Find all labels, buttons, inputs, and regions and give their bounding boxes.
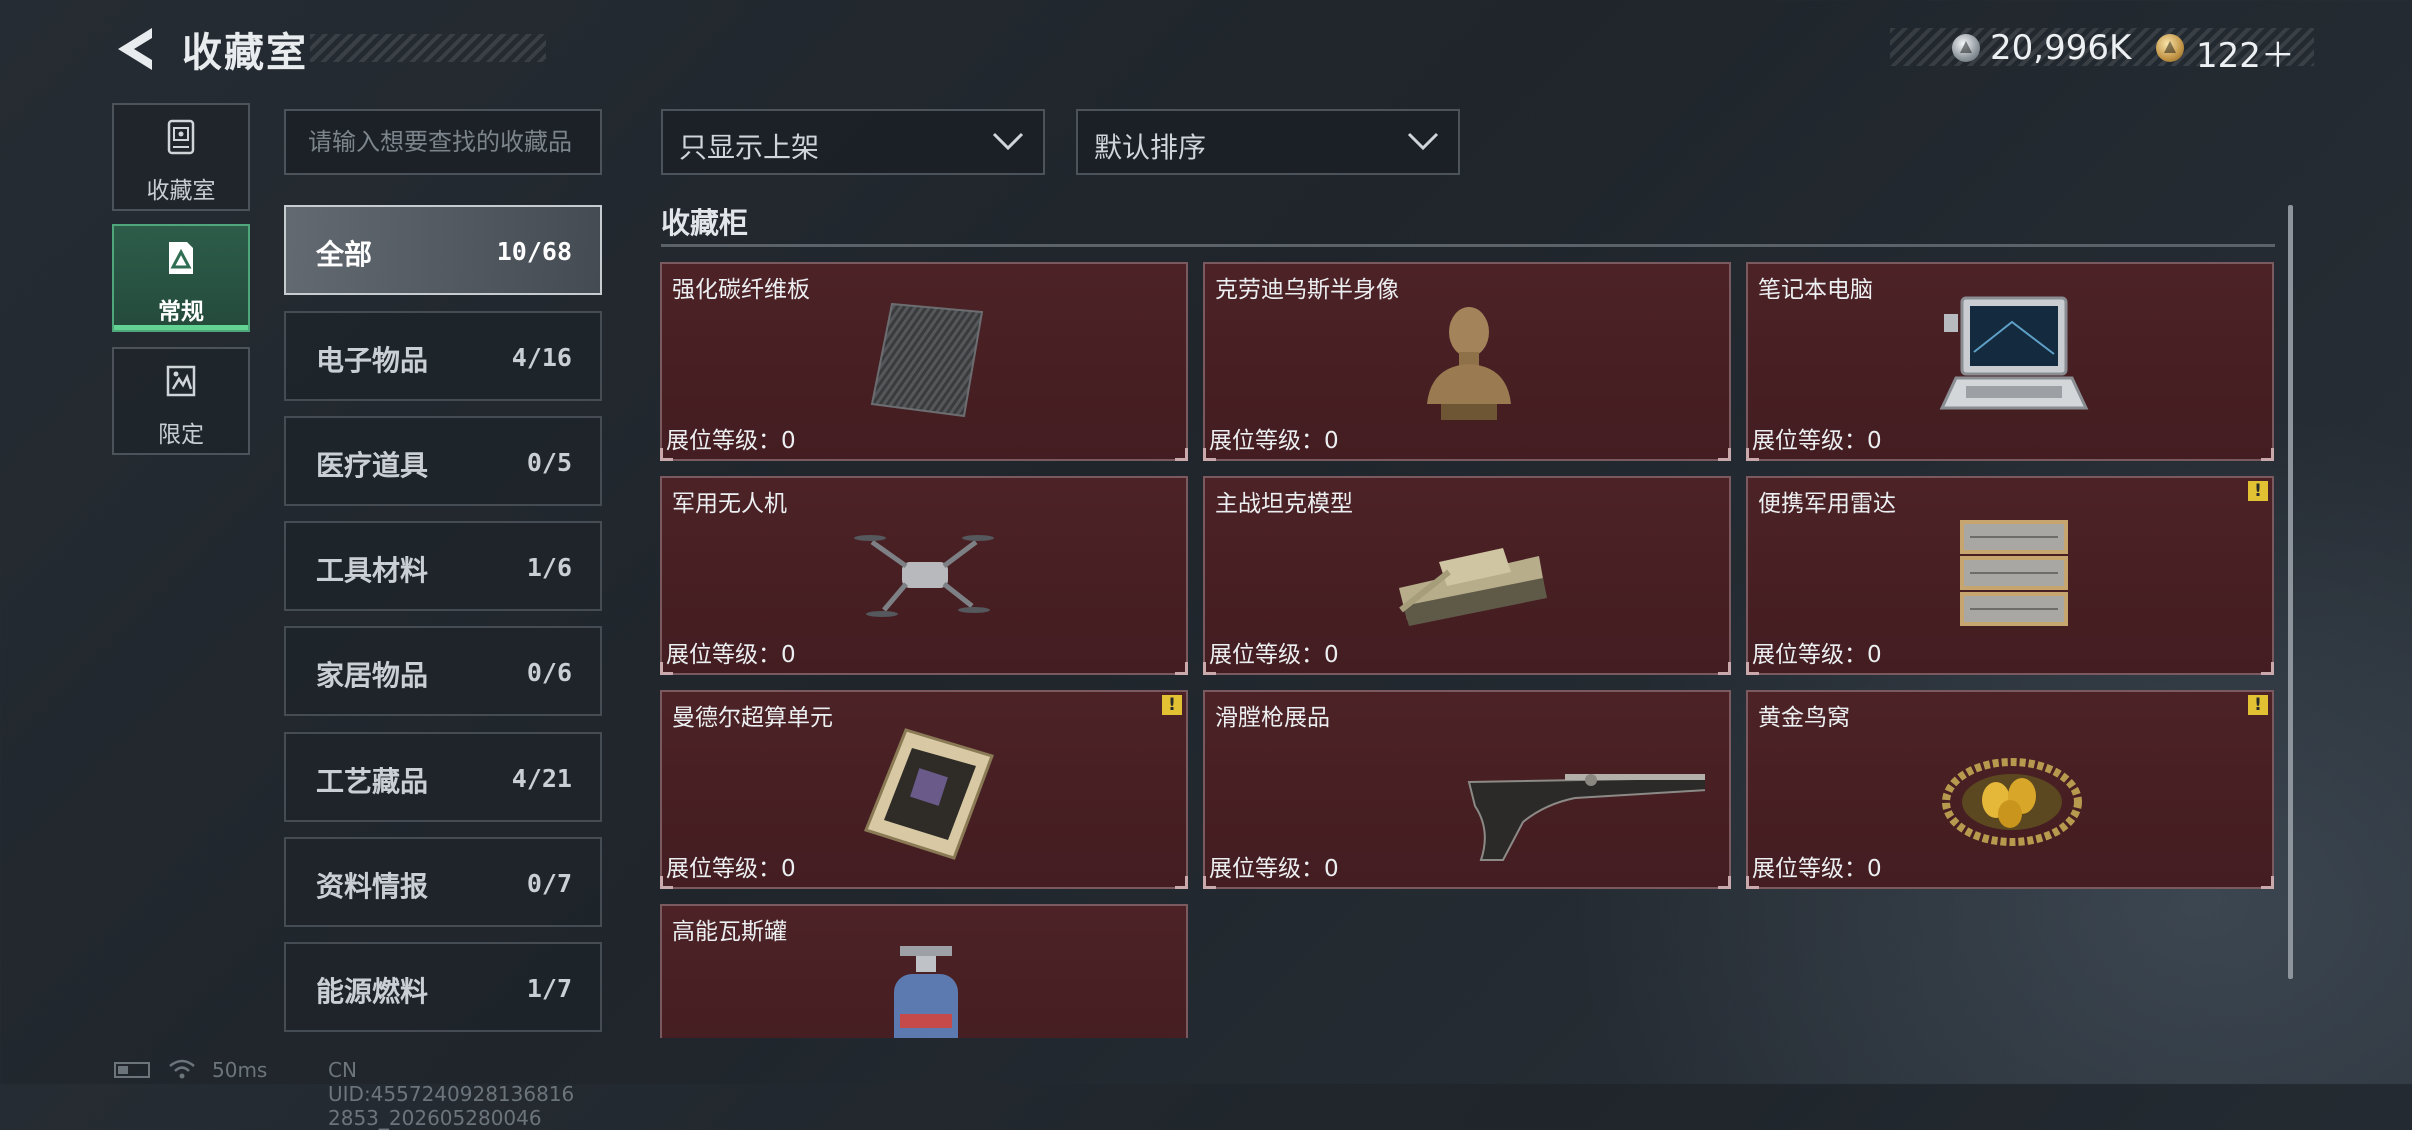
gas-tank-icon xyxy=(894,946,958,1038)
bust-icon xyxy=(1427,307,1511,420)
search-input[interactable] xyxy=(284,109,602,175)
display-case-icon xyxy=(167,119,195,155)
item-name: 曼德尔超算单元 xyxy=(672,705,833,731)
item-name: 主战坦克模型 xyxy=(1215,491,1353,517)
cabinet-grid: 强化碳纤维板 展位等级：0 克劳迪乌斯半身像 展位等级：0 笔记本电脑 展位等级… xyxy=(660,262,2275,1038)
chevron-down-icon xyxy=(1407,132,1439,151)
sidebar-item-label: 收藏室 xyxy=(146,178,216,204)
radar-icon xyxy=(1960,520,2068,626)
collection-card[interactable]: 强化碳纤维板 展位等级：0 xyxy=(660,262,1188,461)
collection-card[interactable]: 克劳迪乌斯半身像 展位等级：0 xyxy=(1203,262,1731,461)
category-count: 0/7 xyxy=(526,869,572,898)
category-name: 电子物品 xyxy=(316,344,429,377)
sidebar-item-regular[interactable]: 常规 xyxy=(112,224,250,332)
sidebar-item-label: 限定 xyxy=(158,422,204,448)
title-decoration xyxy=(310,34,546,62)
battery-icon xyxy=(114,1062,150,1078)
category-all[interactable]: 全部 10/68 xyxy=(284,205,602,295)
circuit-board-icon xyxy=(864,728,994,860)
category-name: 家居物品 xyxy=(316,659,429,692)
laptop-icon xyxy=(1939,296,2089,410)
scrollbar[interactable] xyxy=(2288,205,2293,979)
page-title: 收藏室 xyxy=(182,30,308,76)
musket-icon xyxy=(1467,774,1705,861)
category-energy[interactable]: 能源燃料 1/7 xyxy=(284,942,602,1032)
item-name: 高能瓦斯罐 xyxy=(672,919,787,945)
chevron-down-icon xyxy=(992,132,1024,151)
display-level: 展位等级：0 xyxy=(1209,428,1339,454)
category-tools[interactable]: 工具材料 1/6 xyxy=(284,521,602,611)
silver-coin-icon xyxy=(1952,34,1980,62)
drone-icon xyxy=(854,535,994,617)
display-level: 展位等级：0 xyxy=(1752,428,1882,454)
wifi-icon xyxy=(169,1059,195,1079)
sort-dropdown-value: 默认排序 xyxy=(1094,131,1207,164)
regular-card-icon xyxy=(169,242,193,274)
category-crafts[interactable]: 工艺藏品 4/21 xyxy=(284,732,602,822)
carbon-plate-icon xyxy=(870,302,984,418)
category-medical[interactable]: 医疗道具 0/5 xyxy=(284,416,602,506)
user-uid: CN UID:4557240928136816 2853_20260528004… xyxy=(328,1058,575,1130)
warning-badge: ! xyxy=(2248,695,2268,715)
sidebar-item-label: 常规 xyxy=(158,299,204,325)
item-name: 军用无人机 xyxy=(672,491,787,517)
gold-currency-value[interactable]: 122＋ xyxy=(2196,28,2295,77)
limited-card-icon xyxy=(166,365,196,397)
item-name: 黄金鸟窝 xyxy=(1758,705,1850,731)
warning-badge: ! xyxy=(2248,481,2268,501)
collection-card[interactable]: 黄金鸟窝 ! 展位等级：0 xyxy=(1746,690,2274,889)
golden-nest-icon xyxy=(1942,758,2082,846)
back-arrow-icon xyxy=(118,28,152,70)
category-count: 4/21 xyxy=(511,764,572,793)
collection-card[interactable]: 主战坦克模型 展位等级：0 xyxy=(1203,476,1731,675)
filter-dropdown-value: 只显示上架 xyxy=(679,131,820,164)
item-name: 克劳迪乌斯半身像 xyxy=(1215,277,1399,303)
sidebar-item-collection-room[interactable]: 收藏室 xyxy=(112,103,250,211)
category-count: 4/16 xyxy=(511,343,572,372)
collection-card[interactable]: 高能瓦斯罐 xyxy=(660,904,1188,1038)
tank-icon xyxy=(1399,548,1547,626)
item-name: 便携军用雷达 xyxy=(1758,491,1896,517)
collection-card[interactable]: 曼德尔超算单元 ! 展位等级：0 xyxy=(660,690,1188,889)
category-electronics[interactable]: 电子物品 4/16 xyxy=(284,311,602,401)
category-intel[interactable]: 资料情报 0/7 xyxy=(284,837,602,927)
sidebar-item-limited[interactable]: 限定 xyxy=(112,347,250,455)
category-count: 1/6 xyxy=(526,553,572,582)
display-level: 展位等级：0 xyxy=(666,642,796,668)
ping-value: 50ms xyxy=(212,1058,268,1082)
display-level: 展位等级：0 xyxy=(666,428,796,454)
collection-card[interactable]: 滑膛枪展品 展位等级：0 xyxy=(1203,690,1731,889)
display-level: 展位等级：0 xyxy=(1752,856,1882,882)
category-count: 1/7 xyxy=(526,974,572,1003)
collection-card[interactable]: 军用无人机 展位等级：0 xyxy=(660,476,1188,675)
warning-badge: ! xyxy=(1162,695,1182,715)
item-name: 强化碳纤维板 xyxy=(672,277,810,303)
category-count: 10/68 xyxy=(496,237,572,266)
collection-card[interactable]: 笔记本电脑 展位等级：0 xyxy=(1746,262,2274,461)
cabinet-title: 收藏柜 xyxy=(661,206,749,240)
gold-coin-icon xyxy=(2156,34,2184,62)
currency-bar: 20,996K 122＋ xyxy=(1890,28,2314,76)
sort-dropdown[interactable]: 默认排序 xyxy=(1076,109,1460,175)
back-button[interactable] xyxy=(112,24,158,74)
category-name: 全部 xyxy=(316,238,373,271)
category-name: 工具材料 xyxy=(316,554,429,587)
category-name: 工艺藏品 xyxy=(316,765,429,798)
category-household[interactable]: 家居物品 0/6 xyxy=(284,626,602,716)
item-name: 笔记本电脑 xyxy=(1758,277,1873,303)
category-name: 能源燃料 xyxy=(316,975,429,1008)
category-count: 0/5 xyxy=(526,448,572,477)
category-count: 0/6 xyxy=(526,658,572,687)
collection-card[interactable]: 便携军用雷达 ! 展位等级：0 xyxy=(1746,476,2274,675)
category-name: 资料情报 xyxy=(316,870,429,903)
category-name: 医疗道具 xyxy=(316,449,429,482)
display-level: 展位等级：0 xyxy=(1209,856,1339,882)
display-level: 展位等级：0 xyxy=(1752,642,1882,668)
filter-dropdown[interactable]: 只显示上架 xyxy=(661,109,1045,175)
display-level: 展位等级：0 xyxy=(666,856,796,882)
display-level: 展位等级：0 xyxy=(1209,642,1339,668)
cabinet-divider xyxy=(661,244,2275,247)
silver-currency-value: 20,996K xyxy=(1990,28,2132,68)
